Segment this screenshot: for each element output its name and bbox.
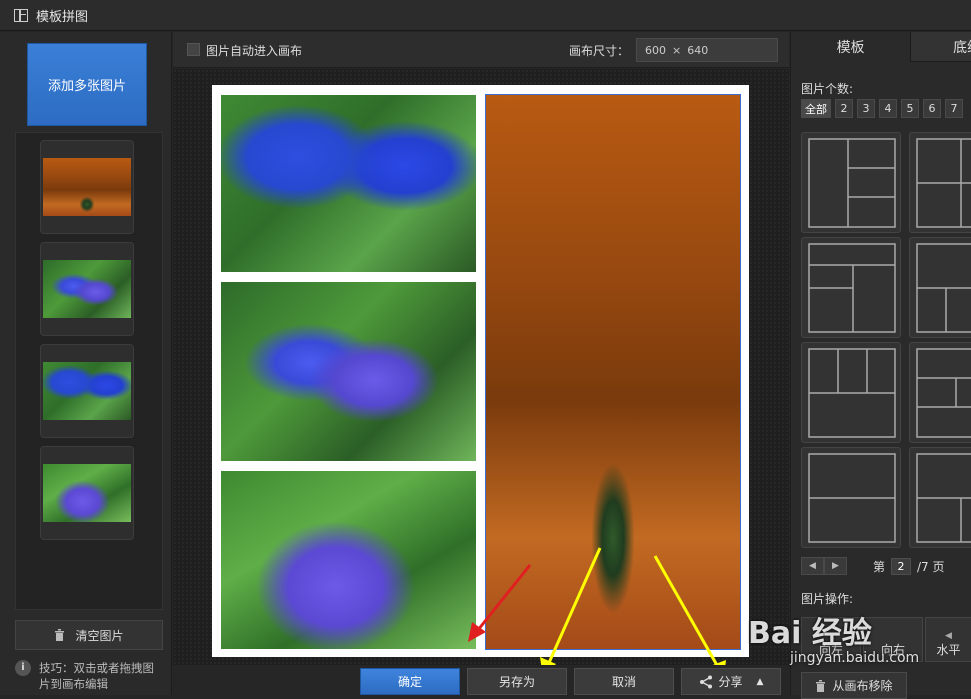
count-filter-4[interactable]: 4 <box>879 99 897 118</box>
template-thumbnail[interactable] <box>801 447 901 548</box>
template-thumbnail[interactable] <box>909 342 971 443</box>
chevron-up-icon: ▲ <box>756 676 764 687</box>
tab-templates[interactable]: 模板 <box>791 32 911 62</box>
thumbnail-list[interactable] <box>15 132 163 610</box>
canvas-toolbar: 图片自动进入画布 画布尺寸： 600 × 640 <box>173 32 789 68</box>
add-images-button[interactable]: 添加多张图片 <box>27 43 147 126</box>
template-thumbnail[interactable] <box>801 132 901 233</box>
confirm-button[interactable]: 确定 <box>360 668 460 695</box>
canvas-size-field[interactable]: 600 × 640 <box>636 38 778 62</box>
image-count-filter: 全部 2 3 4 5 6 7 <box>801 99 963 118</box>
canvas-height[interactable]: 640 <box>687 44 708 57</box>
image-ops-label: 图片操作: <box>801 592 854 606</box>
photo-slot[interactable] <box>221 282 476 461</box>
count-filter-7[interactable]: 7 <box>945 99 963 118</box>
cancel-button[interactable]: 取消 <box>574 668 674 695</box>
template-layout-icon <box>808 243 896 333</box>
template-layout-icon <box>916 138 971 228</box>
canvas-size-label: 画布尺寸： <box>569 44 630 58</box>
next-page-button[interactable]: ▶ <box>824 557 847 575</box>
count-filter-3[interactable]: 3 <box>857 99 875 118</box>
template-layout-icon <box>916 243 971 333</box>
image-list-panel: 添加多张图片 清空图片 i 技巧：双击或者拖拽图片到画布编辑 <box>0 32 172 695</box>
thumbnail-item[interactable] <box>40 242 134 336</box>
auto-add-label: 图片自动进入画布 <box>206 44 303 58</box>
canvas-width[interactable]: 600 <box>645 44 666 57</box>
photo-slot[interactable] <box>221 95 476 272</box>
trash-icon <box>816 679 826 692</box>
clear-images-label: 清空图片 <box>75 628 124 643</box>
template-thumbnail[interactable] <box>801 342 901 443</box>
app-icon <box>14 8 28 22</box>
trash-icon <box>55 629 65 641</box>
count-filter-6[interactable]: 6 <box>923 99 941 118</box>
count-filter-5[interactable]: 5 <box>901 99 919 118</box>
image-count-label: 图片个数: <box>801 82 854 96</box>
times-sign: × <box>672 43 682 57</box>
save-as-button[interactable]: 另存为 <box>467 668 567 695</box>
tab-textures[interactable]: 底纹 <box>910 32 971 62</box>
thumbnail-image <box>43 464 131 522</box>
template-pager: ◀ ▶ 第 2 /7 页 <box>801 556 971 576</box>
template-thumbnail[interactable] <box>801 237 901 338</box>
share-button[interactable]: 分享 ▲ <box>681 668 781 695</box>
count-filter-all[interactable]: 全部 <box>801 99 831 118</box>
template-thumbnail[interactable] <box>909 237 971 338</box>
page-suffix: /7 页 <box>917 559 945 574</box>
photo-slot[interactable] <box>221 471 476 649</box>
template-panel: 模板 底纹 图片个数: 全部 2 3 4 5 6 7 ◀ ▶ 第 2 /7 页 <box>790 32 971 699</box>
app-title: 模板拼图 <box>36 9 89 25</box>
flip-horizontal-icon: ◀ <box>945 631 952 641</box>
thumbnail-image <box>43 260 131 318</box>
prev-page-button[interactable]: ◀ <box>801 557 824 575</box>
page-prefix: 第 <box>873 559 886 574</box>
thumbnail-item[interactable] <box>40 344 134 438</box>
flip-horizontal-label: 水平 <box>936 643 961 657</box>
template-layout-icon <box>808 453 896 543</box>
template-layout-icon <box>808 348 896 438</box>
tip-text: i 技巧：双击或者拖拽图片到画布编辑 <box>15 660 165 692</box>
auto-add-checkbox[interactable] <box>187 43 200 56</box>
tip-label: 技巧：双击或者拖拽图片到画布编辑 <box>39 661 154 691</box>
rotate-right-label: 向右 <box>880 643 905 657</box>
title-bar: 模板拼图 <box>0 0 971 31</box>
page-number-input[interactable]: 2 <box>891 557 912 575</box>
template-thumbnail[interactable] <box>909 447 971 548</box>
chevron-left-icon: ◀ <box>809 561 816 571</box>
remove-from-canvas-label: 从画布移除 <box>832 679 893 693</box>
count-filter-2[interactable]: 2 <box>835 99 853 118</box>
template-thumbnail[interactable] <box>909 132 971 233</box>
flip-horizontal-button[interactable]: ◀ 水平 <box>925 617 971 662</box>
thumbnail-item[interactable] <box>40 140 134 234</box>
rotate-left-button[interactable]: 向左 <box>801 617 861 662</box>
photo-slot-selected[interactable] <box>485 94 741 650</box>
thumbnail-item[interactable] <box>40 446 134 540</box>
panel-tabs: 模板 底纹 <box>791 32 971 62</box>
info-icon: i <box>15 660 31 676</box>
rotate-right-button[interactable]: 向右 <box>863 617 923 662</box>
collage-canvas[interactable] <box>212 85 749 657</box>
clear-images-button[interactable]: 清空图片 <box>15 620 163 650</box>
chevron-right-icon: ▶ <box>832 561 839 571</box>
template-layout-icon <box>808 138 896 228</box>
share-label: 分享 <box>718 675 743 689</box>
thumbnail-image <box>43 158 131 216</box>
share-icon <box>699 675 712 688</box>
template-layout-icon <box>916 453 971 543</box>
template-layout-icon <box>916 348 971 438</box>
thumbnail-image <box>43 362 131 420</box>
rotate-left-label: 向左 <box>818 643 843 657</box>
